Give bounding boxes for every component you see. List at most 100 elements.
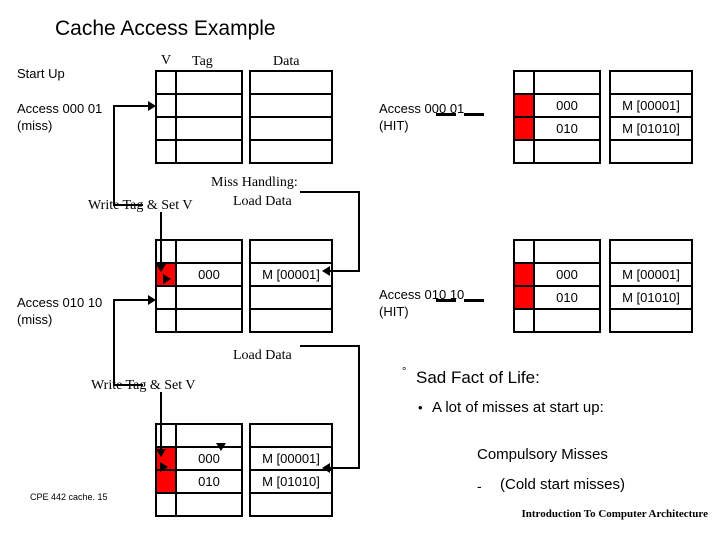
arrow-loaddata1-top xyxy=(300,191,360,193)
cell-data: M [01010] xyxy=(609,285,693,310)
cell-data xyxy=(609,308,693,333)
cell-tag xyxy=(175,116,243,141)
label-write-tag-set-v-2: Write Tag & Set V xyxy=(91,378,196,393)
cache-table-hit1-vtag: 000 010 xyxy=(513,70,601,164)
header-v: V xyxy=(161,53,172,68)
cache-table-after-miss1-data: M [00001] xyxy=(249,239,333,333)
cell-tag xyxy=(533,308,601,333)
cell-v xyxy=(155,239,177,264)
cell-v xyxy=(155,116,177,141)
arrow-miss2-to-writetag xyxy=(113,384,143,386)
arrow-access1-head xyxy=(148,101,156,111)
notes-heading: Sad Fact of Life: xyxy=(416,368,540,387)
cell-v-valid xyxy=(513,116,535,141)
notes-bullet-dot: • xyxy=(418,400,423,415)
arrow-loaddata2-top xyxy=(300,345,360,347)
arrow-table2-row2 xyxy=(163,274,171,284)
arrow-table3-row3 xyxy=(160,462,168,472)
cache-table-after-miss2-data: M [00001] M [01010] xyxy=(249,423,333,517)
cell-data xyxy=(249,93,333,118)
label-access-1: Access 000 01 xyxy=(17,101,103,116)
cell-tag: 000 xyxy=(175,446,243,471)
cell-data xyxy=(249,239,333,264)
cell-v xyxy=(513,239,535,264)
cell-data: M [00001] xyxy=(609,93,693,118)
cell-tag xyxy=(175,239,243,264)
label-hit-2-state: (HIT) xyxy=(379,304,409,319)
cell-tag: 010 xyxy=(533,285,601,310)
arrow-loaddata2-head xyxy=(322,463,330,473)
cache-table-startup-data xyxy=(249,70,333,164)
hit-1-dash-b xyxy=(464,113,484,116)
cache-table-after-miss1-vtag: 000 xyxy=(155,239,243,333)
label-access-1-state: (miss) xyxy=(17,118,53,133)
cell-tag: 000 xyxy=(533,262,601,287)
cell-tag: 010 xyxy=(175,469,243,494)
cell-tag: 000 xyxy=(175,262,243,287)
arrow-writetag2-head xyxy=(156,449,166,457)
cell-tag xyxy=(175,423,243,448)
cell-data: M [01010] xyxy=(609,116,693,141)
cell-v-valid xyxy=(155,469,177,494)
cell-data xyxy=(609,239,693,264)
hit-1-dash-a xyxy=(436,113,456,116)
cell-v xyxy=(155,139,177,164)
cell-tag xyxy=(175,492,243,517)
notes-bullet-1: A lot of misses at start up: xyxy=(432,399,604,416)
header-data: Data xyxy=(273,54,300,69)
cell-tag: 010 xyxy=(533,116,601,141)
label-hit-1-state: (HIT) xyxy=(379,118,409,133)
cell-v xyxy=(155,93,177,118)
cell-data: M [00001] xyxy=(249,262,333,287)
cell-data: M [00001] xyxy=(609,262,693,287)
cell-tag xyxy=(175,70,243,95)
cell-v-valid xyxy=(513,285,535,310)
cell-data: M [01010] xyxy=(249,469,333,494)
arrow-miss1-down xyxy=(113,105,115,205)
cell-v xyxy=(155,492,177,517)
arrow-loaddata1-in xyxy=(330,270,360,272)
cell-data xyxy=(609,139,693,164)
cell-tag xyxy=(175,285,243,310)
cell-data xyxy=(249,116,333,141)
cell-data xyxy=(249,308,333,333)
cell-v xyxy=(513,139,535,164)
page-title: Cache Access Example xyxy=(55,17,276,40)
header-tag: Tag xyxy=(192,54,213,69)
footer-left: CPE 442 cache. 15 xyxy=(30,492,108,502)
label-miss-handling: Miss Handling: xyxy=(211,175,298,190)
cell-v xyxy=(155,70,177,95)
cell-tag xyxy=(533,239,601,264)
notes-line-2: Compulsory Misses xyxy=(477,446,608,463)
cell-data: M [00001] xyxy=(249,446,333,471)
arrow-access1-line xyxy=(113,105,151,107)
arrow-table3-tagcol xyxy=(216,443,226,451)
cell-v xyxy=(513,70,535,95)
cache-table-after-miss2-vtag: 000 010 xyxy=(155,423,243,517)
cell-tag xyxy=(175,139,243,164)
cell-data xyxy=(249,139,333,164)
cell-tag xyxy=(175,308,243,333)
label-write-tag-set-v-1: Write Tag & Set V xyxy=(88,198,193,213)
footer-right: Introduction To Computer Architecture xyxy=(521,508,708,520)
cell-tag: 000 xyxy=(533,93,601,118)
cell-tag xyxy=(533,70,601,95)
cache-table-hit2-vtag: 000 010 xyxy=(513,239,601,333)
arrow-miss1-to-writetag xyxy=(113,204,143,206)
cell-data xyxy=(249,285,333,310)
label-start-up: Start Up xyxy=(17,66,65,81)
cell-data xyxy=(609,70,693,95)
label-access-2-state: (miss) xyxy=(17,312,53,327)
notes-dash-marker: - xyxy=(477,478,482,494)
label-access-2: Access 010 10 xyxy=(17,295,103,310)
hit-2-dash-a xyxy=(436,299,456,302)
arrow-loaddata2-in xyxy=(330,467,360,469)
cache-table-startup-vtag xyxy=(155,70,243,164)
hit-2-dash-b xyxy=(464,299,484,302)
arrow-writetag1-head xyxy=(156,264,166,272)
cell-tag xyxy=(175,93,243,118)
cell-v xyxy=(155,423,177,448)
cell-data xyxy=(249,70,333,95)
cell-tag xyxy=(533,139,601,164)
cell-v xyxy=(513,308,535,333)
